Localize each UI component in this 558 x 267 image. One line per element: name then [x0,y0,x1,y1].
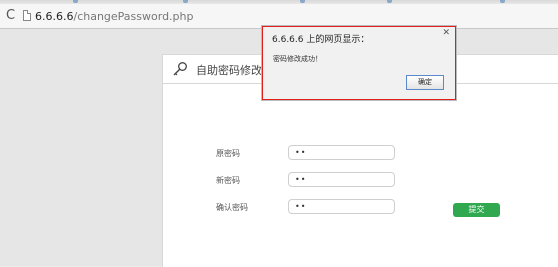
alert-dialog: 6.6.6.6 上的网页显示： ✕ 密码修改成功！ 确定 [262,26,456,100]
tab-indicator [73,0,78,3]
key-icon [173,62,187,76]
password-form-panel: 原密码 •• 新密码 •• 确认密码 •• 提交 [162,83,558,267]
close-icon[interactable]: ✕ [442,28,450,38]
submit-button[interactable]: 提交 [453,203,500,217]
old-password-input[interactable]: •• [288,145,395,160]
confirm-password-input[interactable]: •• [288,199,395,214]
old-password-label: 原密码 [216,149,240,158]
new-password-label: 新密码 [216,176,240,185]
document-icon [23,10,31,21]
confirm-password-label: 确认密码 [216,203,248,212]
url-host: 6.6.6.6 [35,10,74,23]
ok-button[interactable]: 确定 [406,75,444,90]
tab-indicator [183,0,188,3]
tab-indicator [500,0,505,3]
dialog-message: 密码修改成功！ [273,55,322,63]
tab-indicator [300,0,305,3]
reload-icon[interactable]: C [6,8,15,24]
tab-indicator [387,0,392,3]
dialog-title: 6.6.6.6 上的网页显示： [272,35,370,45]
url-path: /changePassword.php [73,10,194,23]
panel-title: 自助密码修改 [196,64,262,77]
new-password-input[interactable]: •• [288,172,395,187]
url-text[interactable]: 6.6.6.6/changePassword.php [35,10,194,23]
